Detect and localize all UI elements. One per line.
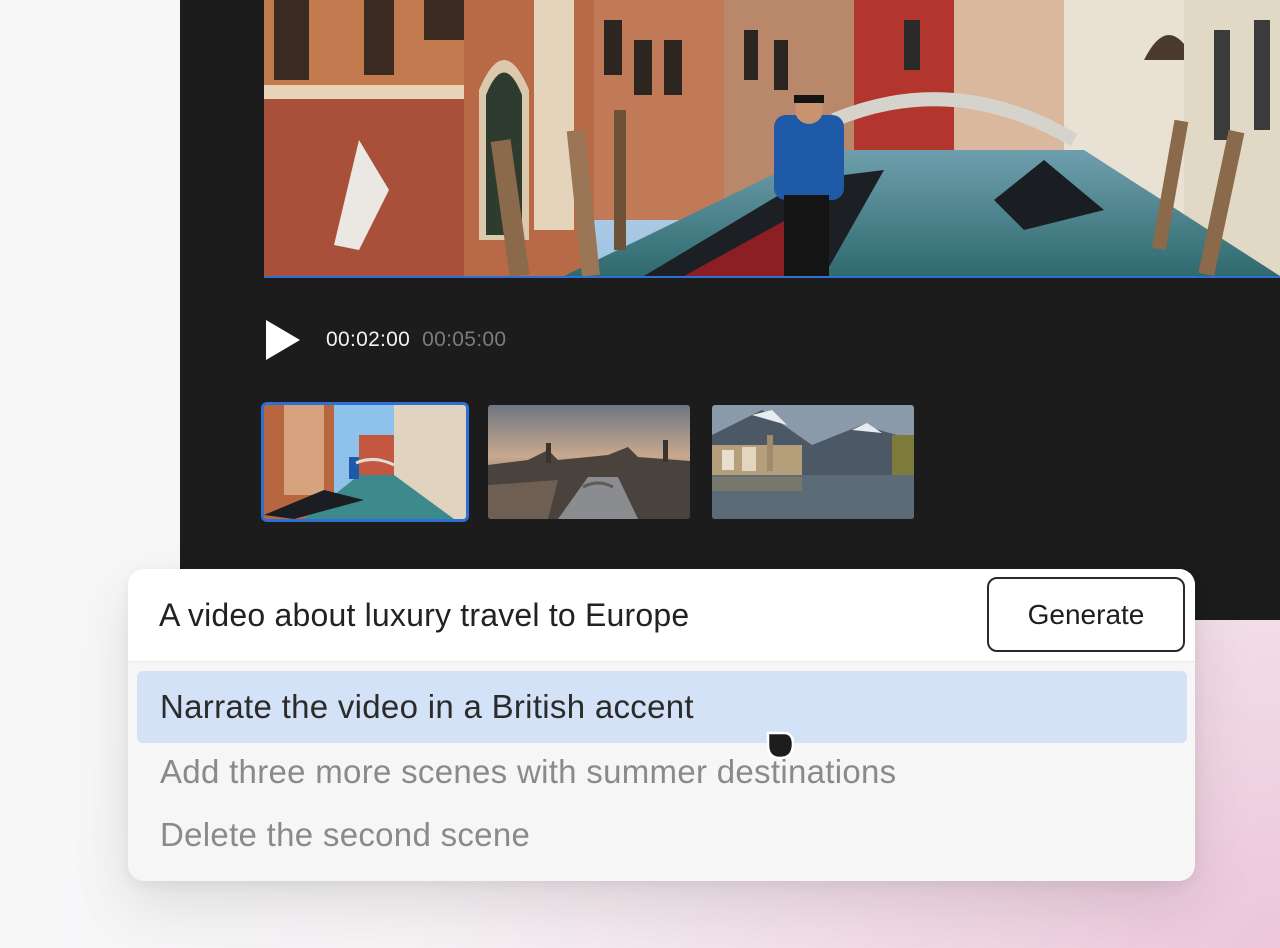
suggestion-item[interactable]: Add three more scenes with summer destin… <box>137 736 1187 796</box>
mouse-cursor-icon <box>766 731 794 759</box>
scene-thumbnail-venice[interactable] <box>264 405 466 519</box>
scene-image <box>712 405 914 519</box>
scene-image <box>488 405 690 519</box>
total-time: 00:05:00 <box>422 328 507 351</box>
prompt-row: A video about luxury travel to Europe Ge… <box>128 569 1195 662</box>
video-editor-panel: 00:02:00 00:05:00 <box>180 0 1280 620</box>
scene-thumbnail-alpine-lake[interactable] <box>712 405 914 519</box>
current-time: 00:02:00 <box>326 328 411 351</box>
venice-canal-image <box>264 0 1280 276</box>
play-icon <box>266 320 300 360</box>
playback-controls: 00:02:00 00:05:00 <box>264 318 506 362</box>
suggestion-item[interactable]: Narrate the video in a British accent <box>137 671 1187 743</box>
prompt-input[interactable]: A video about luxury travel to Europe <box>159 597 689 634</box>
scene-image <box>264 405 466 519</box>
generate-button[interactable]: Generate <box>987 577 1185 652</box>
play-button[interactable] <box>264 318 304 362</box>
suggestion-item[interactable]: Delete the second scene <box>137 799 1187 859</box>
prompt-card: A video about luxury travel to Europe Ge… <box>128 569 1195 881</box>
video-preview[interactable] <box>264 0 1280 278</box>
scene-thumbnail-city-dusk[interactable] <box>488 405 690 519</box>
